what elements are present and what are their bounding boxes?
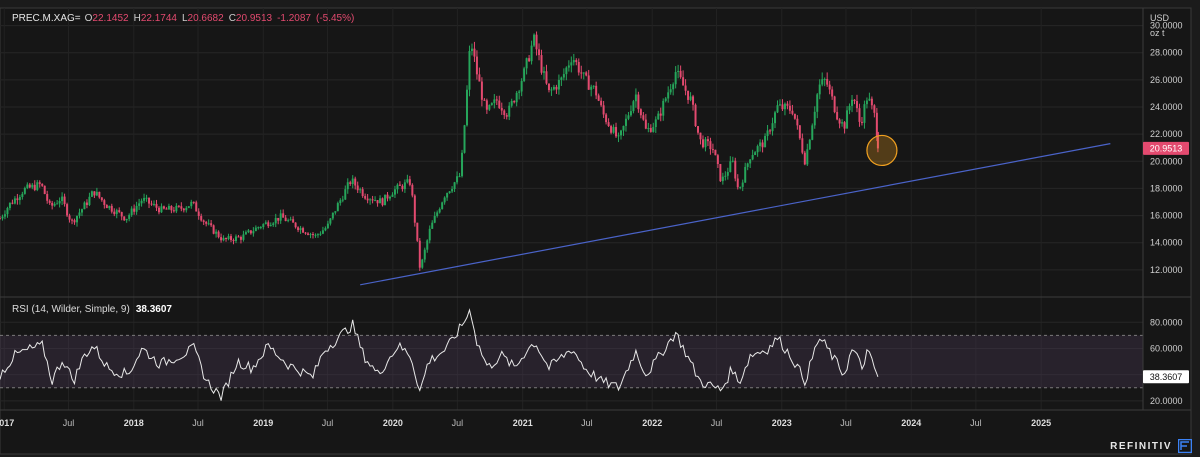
candle (468, 45, 471, 97)
rsi-tick-label: 20.0000 (1150, 396, 1183, 406)
candle (808, 138, 811, 150)
candle (90, 190, 93, 197)
time-tick-label: 2022 (642, 418, 662, 428)
time-tick-label: Jul (63, 418, 75, 428)
candle (523, 66, 526, 83)
candle (461, 149, 464, 178)
time-tick-label: Jul (452, 418, 464, 428)
time-tick-label: 2018 (124, 418, 144, 428)
candle (734, 157, 737, 182)
low-value: 20.6682 (187, 13, 224, 24)
rsi-header: RSI (14, Wilder, Simple, 9) 38.3607 (12, 304, 172, 315)
high-value: 22.1744 (140, 13, 177, 24)
candle (694, 103, 697, 128)
time-tick-label: 2024 (901, 418, 921, 428)
time-tick-label: 2025 (1031, 418, 1051, 428)
brand-logo: REFINITIV (1110, 439, 1192, 453)
refinitiv-logo-icon (1178, 439, 1192, 453)
symbol: PREC.M.XAG= (12, 13, 81, 24)
time-tick-label: Jul (711, 418, 723, 428)
open-value: 22.1452 (92, 13, 129, 24)
candle (416, 222, 419, 242)
change-percent: (-5.45%) (316, 13, 355, 24)
candle (336, 201, 339, 212)
candle (714, 149, 717, 156)
time-tick-label: Jul (840, 418, 852, 428)
rsi-overbought-oversold-band (0, 335, 1143, 388)
highlight-circle (866, 134, 898, 167)
price-tick-label: 12.0000 (1150, 265, 1183, 275)
unit-currency: USD (1150, 13, 1170, 23)
candle (43, 185, 46, 195)
candle (418, 237, 421, 271)
candle (798, 124, 801, 140)
candle (187, 206, 190, 209)
price-tick-label: 22.0000 (1150, 129, 1183, 139)
time-tick-label: Jul (581, 418, 593, 428)
price-tick-label: 26.0000 (1150, 75, 1183, 85)
change-value: -1.2087 (277, 13, 311, 24)
ohlc-header: PREC.M.XAG= O22.1452 H22.1744 L20.6682 C20.9… (12, 13, 355, 24)
rsi-value: 38.3607 (135, 304, 172, 315)
time-tick-label: 2023 (772, 418, 792, 428)
time-tick-label: Jul (192, 418, 204, 428)
rsi-tick-label: 80.0000 (1150, 317, 1183, 327)
candle (66, 202, 69, 218)
chart-frame: 12.0000 14.0000 16.0000 18.0000 20.0000 22.00… (0, 0, 1200, 457)
time-tick-label: Jul (322, 418, 334, 428)
price-tick-label: 16.0000 (1150, 211, 1183, 221)
candle (411, 183, 414, 198)
rsi-label: RSI (14, Wilder, Simple, 9) (12, 304, 130, 315)
candle (441, 201, 444, 210)
last-price-value: 20.9513 (1150, 143, 1183, 153)
candle (811, 123, 814, 141)
candle (381, 197, 384, 207)
close-value: 20.9513 (235, 13, 273, 24)
time-tick-label: 2019 (253, 418, 273, 428)
rsi-last-label: 38.3607 (1143, 370, 1189, 384)
time-tick-label: Jul (970, 418, 982, 428)
price-tick-label: 14.0000 (1150, 238, 1183, 248)
time-tick-label: 2017 (0, 418, 14, 428)
time-tick-label: 2020 (383, 418, 403, 428)
candle (463, 124, 466, 154)
candle (533, 33, 536, 48)
last-price-label: 20.9513 (1143, 141, 1189, 155)
candle (719, 163, 722, 182)
price-tick-label: 18.0000 (1150, 183, 1183, 193)
unit-weight: oz t (1150, 28, 1165, 38)
candle (384, 194, 387, 206)
candle (413, 194, 416, 227)
price-tick-label: 20.0000 (1150, 156, 1183, 166)
brand-name: REFINITIV (1110, 440, 1172, 452)
candle (465, 85, 468, 127)
candle (803, 150, 806, 166)
price-tick-label: 24.0000 (1150, 102, 1183, 112)
rsi-last-value: 38.3607 (1150, 372, 1183, 382)
candle (421, 258, 424, 269)
price-tick-label: 28.0000 (1150, 48, 1183, 58)
time-tick-label: 2021 (513, 418, 533, 428)
rsi-tick-label: 60.0000 (1150, 343, 1183, 353)
candle (833, 95, 836, 114)
candle (212, 224, 215, 235)
